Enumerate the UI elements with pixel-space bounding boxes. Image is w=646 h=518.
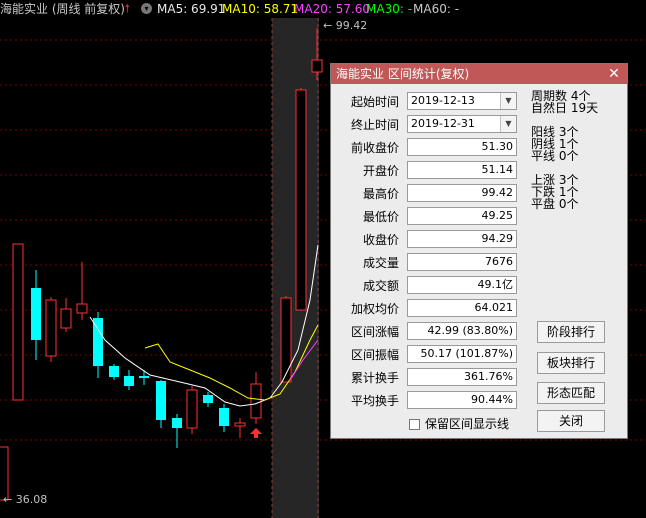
candle-body [311,59,323,73]
pattern-match-button[interactable]: 形态匹配 [537,382,605,404]
candle-body [219,408,229,426]
field-label: 平均换手 [350,394,399,408]
dialog-title: 海能实业 区间统计(复权) [331,64,627,84]
close-icon[interactable]: ✕ [605,65,623,83]
field-label: 成交额 [362,279,399,293]
candle-body [234,422,246,427]
field-label: 最高价 [362,187,399,201]
field-value: 51.14 [407,161,517,179]
candle-body [31,288,41,340]
field-value: 64.021 [407,299,517,317]
field-value: 99.42 [407,184,517,202]
candle-body [45,299,57,357]
stat-item: 平线 0个 [531,149,579,163]
candle-body [172,418,182,428]
date-value: 2019-12-13 [411,94,475,107]
field-label: 收盘价 [362,233,399,247]
stat-item: 平盘 0个 [531,197,579,211]
stage-ranking-button[interactable]: 阶段排行 [537,321,605,343]
field-value: 51.30 [407,138,517,156]
field-label: 区间涨幅 [350,325,399,339]
candle-body [93,318,103,366]
dropdown-arrow-icon[interactable]: ▼ [500,93,516,109]
field-label: 区间振幅 [350,348,399,362]
low-price-label: ← 36.08 [3,493,48,506]
candle-body [12,243,24,401]
ma30-label: MA30: - [366,2,413,16]
candle-body [203,395,213,403]
candle-body [139,376,149,378]
candle-body [76,303,88,314]
ma20-label: MA20: 57.60 [294,2,371,16]
keep-interval-line-label: 保留区间显示线 [425,417,510,431]
chart-header: 海能实业 (周线 前复权) 🠕 ▾ MA5: 69.91 MA10: 58.71… [0,0,646,18]
date-picker[interactable]: 2019-12-13 ▼ [407,92,517,110]
candle-body [295,89,307,311]
sector-ranking-button[interactable]: 板块排行 [537,352,605,374]
up-arrow-icon: 🠕 [125,2,130,15]
field-value: 49.1亿 [407,276,517,294]
keep-interval-line-checkbox[interactable] [409,419,420,430]
field-value: 361.76% [407,368,517,386]
candle-body [280,297,292,383]
field-label: 开盘价 [362,164,399,178]
dropdown-arrow-icon[interactable]: ▼ [500,116,516,132]
field-label: 累计换手 [350,371,399,385]
stat-item: 自然日 19天 [531,101,599,115]
stock-title: 海能实业 (周线 前复权) [0,2,125,16]
close-button[interactable]: 关闭 [537,410,605,432]
field-value: 90.44% [407,391,517,409]
date-value: 2019-12-31 [411,117,475,130]
ma60-label: MA60: - [413,2,460,16]
up-arrow-marker-icon [250,428,262,438]
field-label: 最低价 [362,210,399,224]
field-value: 7676 [407,253,517,271]
field-label: 终止时间 [350,118,399,132]
field-label: 起始时间 [350,95,399,109]
ma5-label: MA5: 69.91 [157,2,226,16]
date-picker[interactable]: 2019-12-31 ▼ [407,115,517,133]
candle-body [186,389,198,429]
field-label: 成交量 [362,256,399,270]
field-value: 94.29 [407,230,517,248]
field-value: 42.99 (83.80%) [407,322,517,340]
high-price-label: ← 99.42 [323,19,368,32]
field-label: 前收盘价 [350,141,399,155]
field-label: 加权均价 [350,302,399,316]
field-value: 50.17 (101.87%) [407,345,517,363]
candle-body [156,381,166,420]
candle-body [109,366,119,377]
candle-body [250,383,262,419]
ma10-label: MA10: 58.71 [222,2,299,16]
candle-body [124,376,134,386]
interval-stats-dialog: 海能实业 区间统计(复权) ✕ 起始时间 2019-12-13 ▼ 终止时间 2019-… [330,63,628,439]
field-value: 49.25 [407,207,517,225]
dropdown-circle-icon[interactable]: ▾ [141,3,152,14]
candle-body [60,308,72,329]
